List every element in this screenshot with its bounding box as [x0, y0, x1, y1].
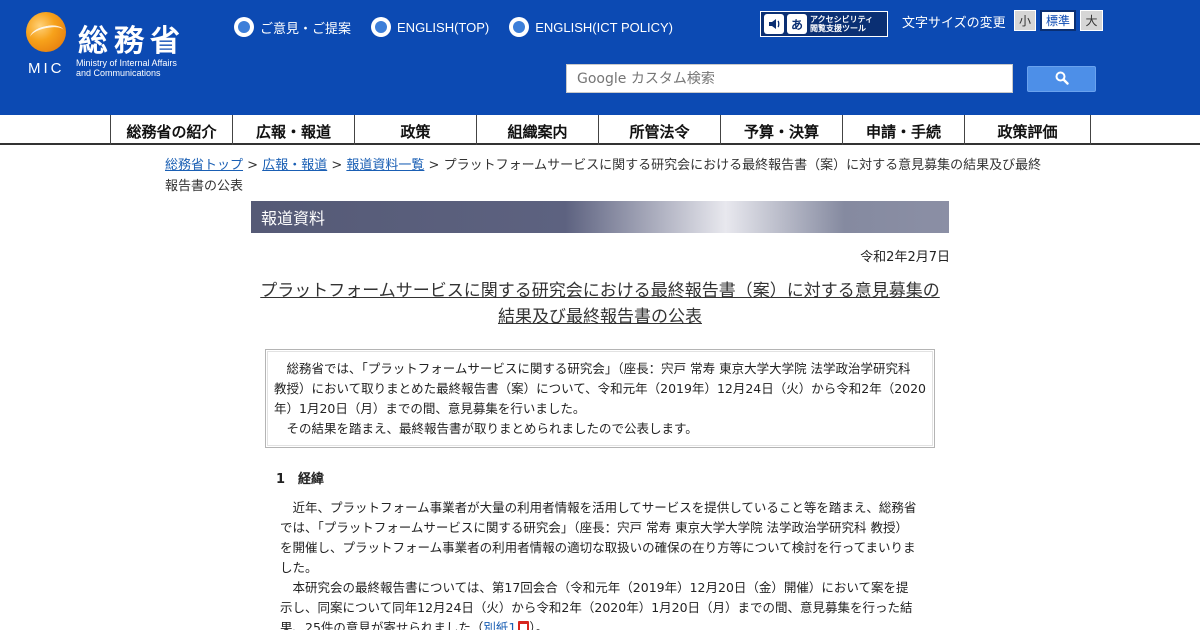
global-nav: 総務省の紹介 広報・報道 政策 組織案内 所管法令 予算・決算 申請・手続 政策…: [0, 115, 1200, 145]
nav-applications[interactable]: 申請・手続: [843, 115, 965, 145]
logo-english-line2: and Communications: [76, 68, 161, 78]
search-field-wrapper: [566, 64, 1013, 93]
font-size-controls: 小 標準 大: [1014, 10, 1103, 31]
nav-budget[interactable]: 予算・決算: [721, 115, 843, 145]
breadcrumb-separator: >: [424, 158, 444, 173]
background-paragraph-1: 近年、プラットフォーム事業者が大量の利用者情報を活用してサービスを提供しているこ…: [280, 500, 917, 575]
section-heading-background: 1 経緯: [276, 472, 325, 487]
link-english-ict[interactable]: ENGLISH(ICT POLICY): [509, 17, 673, 37]
circle-bullet-icon: [509, 17, 530, 37]
global-nav-items: 総務省の紹介 広報・報道 政策 組織案内 所管法令 予算・決算 申請・手続 政策…: [110, 115, 1091, 145]
background-paragraph-2-text: 本研究会の最終報告書については、第17回会合（令和元年（2019年）12月20日…: [280, 580, 913, 630]
link-english-top-label: ENGLISH(TOP): [397, 19, 490, 35]
link-feedback-label: ご意見・ご提案: [260, 20, 352, 36]
breadcrumb-link-press[interactable]: 広報・報道: [262, 158, 327, 173]
background-paragraph-2: 本研究会の最終報告書については、第17回会合（令和元年（2019年）12月20日…: [280, 578, 920, 630]
font-size-large-button[interactable]: 大: [1080, 10, 1103, 31]
accessibility-line2: 閲覧支援ツール: [810, 24, 866, 33]
breadcrumb-separator: >: [327, 158, 347, 173]
nav-evaluation[interactable]: 政策評価: [965, 115, 1091, 145]
attachment-1-link[interactable]: 別紙1: [483, 620, 516, 630]
section-title: 報道資料: [251, 201, 949, 233]
nav-laws[interactable]: 所管法令: [599, 115, 721, 145]
logo-english-line1: Ministry of Internal Affairs: [76, 58, 177, 68]
link-english-ict-label: ENGLISH(ICT POLICY): [535, 19, 673, 35]
summary-paragraph-1: 総務省では、「プラットフォームサービスに関する研究会」（座長：宍戸 常寿 東京大…: [274, 361, 927, 416]
breadcrumb: 総務省トップ > 広報・報道 > 報道資料一覧 > プラットフォームサービスに関…: [165, 155, 1045, 197]
section-body-background: 近年、プラットフォーム事業者が大量の利用者情報を活用してサービスを提供しているこ…: [280, 498, 920, 630]
page-title-line1: プラットフォームサービスに関する研究会における最終報告書（案）に対する意見募集の: [260, 281, 940, 301]
accessibility-tool-button[interactable]: あ アクセシビリティ 閲覧支援ツール: [760, 11, 888, 37]
hiragana-a-icon: あ: [787, 14, 807, 34]
mic-logo[interactable]: 総務省 MIC Ministry of Internal Affairs and…: [26, 12, 216, 82]
accessibility-label: アクセシビリティ 閲覧支援ツール: [810, 15, 873, 33]
summary-paragraph-2: その結果を踏まえ、最終報告書が取りまとめられましたので公表します。: [274, 421, 698, 436]
page-title: プラットフォームサービスに関する研究会における最終報告書（案）に対する意見募集の…: [251, 278, 949, 330]
release-date: 令和2年2月7日: [860, 250, 950, 265]
background-paragraph-2-end: ）。: [529, 620, 549, 630]
font-size-label: 文字サイズの変更: [902, 16, 1006, 31]
page-title-line2: 結果及び最終報告書の公表: [498, 307, 702, 327]
nav-policy[interactable]: 政策: [355, 115, 477, 145]
logo-kanji: 総務省: [78, 24, 186, 59]
search-button[interactable]: [1027, 66, 1096, 92]
site-header: 総務省 MIC Ministry of Internal Affairs and…: [0, 0, 1200, 115]
breadcrumb-separator: >: [243, 158, 263, 173]
header-links: ご意見・ご提案 ENGLISH(TOP) ENGLISH(ICT POLICY): [234, 17, 673, 37]
speaker-icon: [764, 14, 784, 34]
circle-bullet-icon: [371, 17, 392, 37]
link-feedback[interactable]: ご意見・ご提案: [234, 17, 351, 37]
breadcrumb-link-top[interactable]: 総務省トップ: [165, 158, 243, 173]
font-size-small-button[interactable]: 小: [1014, 10, 1036, 31]
search-icon: [1055, 70, 1069, 89]
logo-abbr: MIC: [28, 60, 65, 77]
nav-organization[interactable]: 組織案内: [477, 115, 599, 145]
circle-bullet-icon: [234, 17, 254, 37]
globe-logo-icon: [26, 12, 66, 52]
font-size-normal-button[interactable]: 標準: [1040, 10, 1076, 31]
logo-english: Ministry of Internal Affairs and Communi…: [76, 58, 177, 78]
accessibility-line1: アクセシビリティ: [810, 15, 874, 24]
summary-box: 総務省では、「プラットフォームサービスに関する研究会」（座長：宍戸 常寿 東京大…: [265, 349, 935, 448]
link-english-top[interactable]: ENGLISH(TOP): [371, 17, 489, 37]
nav-about[interactable]: 総務省の紹介: [111, 115, 233, 145]
breadcrumb-link-press-list[interactable]: 報道資料一覧: [346, 158, 424, 173]
search-input[interactable]: [577, 70, 1012, 87]
pdf-icon: [518, 621, 530, 630]
nav-press[interactable]: 広報・報道: [233, 115, 355, 145]
